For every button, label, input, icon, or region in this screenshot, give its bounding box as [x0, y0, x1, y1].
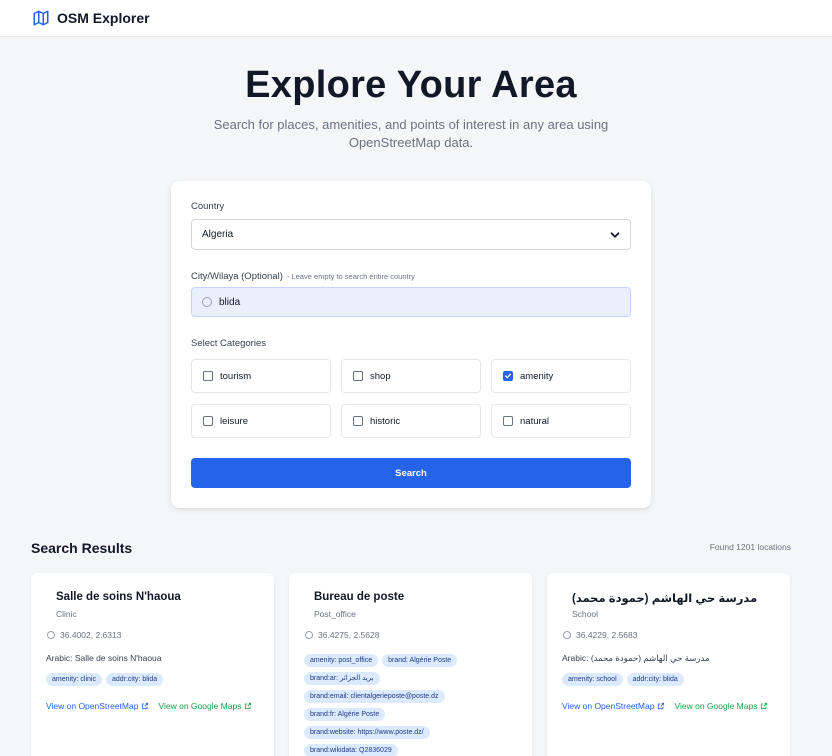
city-hint: - Leave empty to search entire country [286, 272, 415, 281]
result-type: Post_office [314, 609, 356, 619]
result-card: مدرسة حي الهاشم (حمودة محمد) School 36.4… [547, 573, 790, 756]
result-card: Salle de soins N'haoua Clinic 36.4002, 2… [31, 573, 274, 756]
osm-link-label: View on OpenStreetMap [46, 701, 139, 711]
result-tag: amenity: clinic [46, 673, 102, 686]
gmaps-link-label: View on Google Maps [674, 701, 758, 711]
result-tag: brand:ar: بريد الجزائر [304, 672, 380, 685]
category-option-amenity[interactable]: amenity [491, 359, 631, 393]
category-label: shop [370, 370, 391, 382]
osm-link[interactable]: View on OpenStreetMap [46, 701, 149, 711]
gmaps-link-label: View on Google Maps [158, 701, 242, 711]
location-pin-icon [47, 631, 55, 639]
city-input-value: blida [219, 296, 241, 308]
map-icon [32, 9, 50, 27]
category-checkbox[interactable] [203, 371, 213, 381]
result-tag: addr:city: blida [626, 673, 684, 686]
chevron-down-icon [610, 232, 620, 238]
result-name: Bureau de poste [314, 591, 405, 603]
external-link-icon [761, 702, 768, 710]
result-coords: 36.4002, 2.6313 [47, 630, 121, 640]
external-link-icon [142, 702, 149, 710]
category-label: leisure [220, 415, 248, 427]
result-card: Bureau de poste Post_office 36.4275, 2.5… [289, 573, 532, 756]
result-coords: 36.4229, 2.5683 [563, 630, 637, 640]
hero-subtitle: Search for places, amenities, and points… [213, 117, 609, 150]
category-checkbox[interactable] [203, 416, 213, 426]
country-label: Country [191, 201, 225, 212]
navbar: OSM Explorer [0, 0, 832, 37]
result-tag: amenity: school [562, 673, 623, 686]
hero-title: Explore Your Area [245, 64, 577, 106]
category-label: tourism [220, 370, 252, 382]
result-tags: amenity: clinic addr:city: blida [46, 673, 261, 686]
result-tag: brand:wikidata: Q2836029 [304, 744, 398, 756]
category-label: historic [370, 415, 401, 427]
category-checkbox[interactable] [503, 371, 513, 381]
category-option-shop[interactable]: shop [341, 359, 481, 393]
coords-text: 36.4229, 2.5683 [576, 630, 638, 640]
search-form-card: Country Algeria City/Wilaya (Optional) - … [171, 181, 651, 508]
coords-text: 36.4275, 2.5628 [318, 630, 380, 640]
result-coords: 36.4275, 2.5628 [305, 630, 379, 640]
city-input[interactable]: blida [191, 287, 631, 317]
result-arabic-name: Arabic: مدرسة حي الهاشم (حمودة محمد) [562, 653, 710, 663]
result-links: View on OpenStreetMap View on Google Map… [46, 701, 261, 711]
category-checkbox[interactable] [503, 416, 513, 426]
category-checkbox[interactable] [353, 416, 363, 426]
city-label-row: City/Wilaya (Optional) - Leave empty to s… [191, 271, 415, 282]
result-name: Salle de soins N'haoua [56, 591, 181, 603]
country-value: Algeria [202, 229, 234, 240]
category-option-leisure[interactable]: leisure [191, 404, 331, 438]
search-icon [202, 297, 212, 307]
result-tag: brand:fr: Algérie Poste [304, 708, 386, 721]
category-option-historic[interactable]: historic [341, 404, 481, 438]
coords-text: 36.4002, 2.6313 [60, 630, 122, 640]
categories-label: Select Categories [191, 338, 266, 349]
result-tag: brand: Algérie Poste [382, 654, 458, 667]
city-label: City/Wilaya (Optional) [191, 271, 283, 282]
category-label: amenity [520, 370, 554, 382]
result-tag: addr:city: blida [105, 673, 164, 686]
category-checkbox[interactable] [353, 371, 363, 381]
result-type: School [572, 609, 598, 619]
external-link-icon [245, 702, 252, 710]
osm-link-label: View on OpenStreetMap [562, 701, 655, 711]
category-option-tourism[interactable]: tourism [191, 359, 331, 393]
search-button[interactable]: Search [191, 458, 631, 488]
check-icon [505, 373, 511, 379]
results-count: Found 1201 locations [709, 542, 791, 552]
gmaps-link[interactable]: View on Google Maps [158, 701, 252, 711]
results-title: Search Results [31, 540, 133, 556]
country-select[interactable]: Algeria [191, 219, 631, 250]
location-pin-icon [305, 631, 313, 639]
result-name: مدرسة حي الهاشم (حمودة محمد) [572, 593, 758, 605]
result-links: View on OpenStreetMap View on Google Map… [562, 701, 777, 711]
result-type: Clinic [56, 609, 77, 619]
result-tag: brand:email: clientalgerieposte@poste.dz [304, 690, 445, 703]
app-title[interactable]: OSM Explorer [57, 10, 150, 26]
result-tag: amenity: post_office [304, 654, 379, 667]
result-tag: brand:website: https://www.poste.dz/ [304, 726, 430, 739]
location-pin-icon [563, 631, 571, 639]
category-option-natural[interactable]: natural [491, 404, 631, 438]
osm-link[interactable]: View on OpenStreetMap [562, 701, 665, 711]
category-label: natural [520, 415, 550, 427]
result-arabic-name: Arabic: Salle de soins N'haoua [46, 653, 162, 663]
result-tags: amenity: post_office brand: Algérie Post… [304, 654, 499, 756]
external-link-icon [658, 702, 665, 710]
result-tags: amenity: school addr:city: blida [562, 673, 777, 686]
gmaps-link[interactable]: View on Google Maps [674, 701, 768, 711]
